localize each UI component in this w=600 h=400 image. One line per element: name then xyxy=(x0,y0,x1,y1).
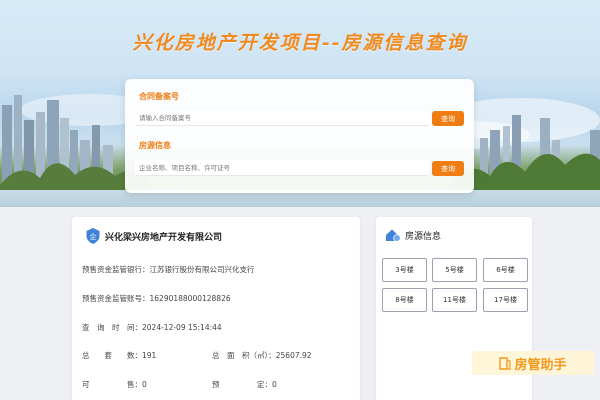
supervision-account-row: 预售资金监管账号：16290188000128826 xyxy=(82,293,231,304)
reserved-label: 预 定： xyxy=(212,380,272,389)
sellable-label: 可 售： xyxy=(82,380,142,389)
building-button-3[interactable]: 3号楼 xyxy=(382,258,427,282)
building-button-8[interactable]: 8号楼 xyxy=(382,288,427,312)
company-header: 企 兴化梁兴房地产开发有限公司 xyxy=(86,228,222,244)
supervision-account-label: 预售资金监管账号： xyxy=(82,294,150,303)
house-icon xyxy=(386,229,401,242)
sellable-row: 可 售：0 xyxy=(82,379,147,390)
door-icon xyxy=(499,356,512,370)
building-button-6[interactable]: 6号楼 xyxy=(483,258,528,282)
contract-number-input[interactable] xyxy=(135,110,429,126)
building-button-17[interactable]: 17号楼 xyxy=(483,288,528,312)
supervision-bank-row: 预售资金监管银行：江苏银行股份有限公司兴化支行 xyxy=(82,264,255,275)
total-area-row: 总 面 积（㎡）：25607.92 xyxy=(212,350,312,361)
reserved-value: 0 xyxy=(272,380,277,389)
supervision-bank-label: 预售资金监管银行： xyxy=(82,265,150,274)
total-units-value: 191 xyxy=(142,351,157,360)
housing-info-label: 房源信息 xyxy=(139,141,171,150)
search-card: 合同备案号 查询 房源信息 查询 xyxy=(125,79,474,193)
watermark-text: 房管助手 xyxy=(514,357,567,373)
app-watermark: 房管助手 xyxy=(472,351,594,375)
page-title: 兴化房地产开发项目--房源信息查询 xyxy=(132,32,468,54)
sellable-value: 0 xyxy=(142,380,147,389)
building-button-5[interactable]: 5号楼 xyxy=(432,258,477,282)
contract-search-button[interactable]: 查询 xyxy=(432,111,464,126)
svg-text:企: 企 xyxy=(90,232,97,241)
reserved-row: 预 定：0 xyxy=(212,379,277,390)
total-area-value: 25607.92 xyxy=(275,351,312,360)
housing-search-button[interactable]: 查询 xyxy=(432,161,464,176)
supervision-bank-value: 江苏银行股份有限公司兴化支行 xyxy=(149,265,255,274)
building-button-11[interactable]: 11号楼 xyxy=(432,288,477,312)
housing-title: 房源信息 xyxy=(405,231,442,242)
query-time-row: 查 询 时 间：2024-12-09 15:14:44 xyxy=(82,322,222,333)
total-area-label: 总 面 积（㎡）： xyxy=(212,351,276,360)
company-name: 兴化梁兴房地产开发有限公司 xyxy=(105,232,223,243)
query-time-value: 2024-12-09 15:14:44 xyxy=(142,323,222,332)
total-units-label: 总 套 数： xyxy=(82,351,142,360)
enterprise-shield-icon: 企 xyxy=(86,228,100,244)
housing-header: 房源信息 xyxy=(385,228,441,242)
total-units-row: 总 套 数：191 xyxy=(82,350,156,361)
housing-search-input[interactable] xyxy=(135,160,429,176)
contract-number-label: 合同备案号 xyxy=(139,92,179,101)
query-time-label: 查 询 时 间： xyxy=(82,323,142,332)
supervision-account-value: 16290188000128826 xyxy=(149,294,231,303)
company-info-card: 企 兴化梁兴房地产开发有限公司 预售资金监管银行：江苏银行股份有限公司兴化支行 … xyxy=(72,217,360,400)
